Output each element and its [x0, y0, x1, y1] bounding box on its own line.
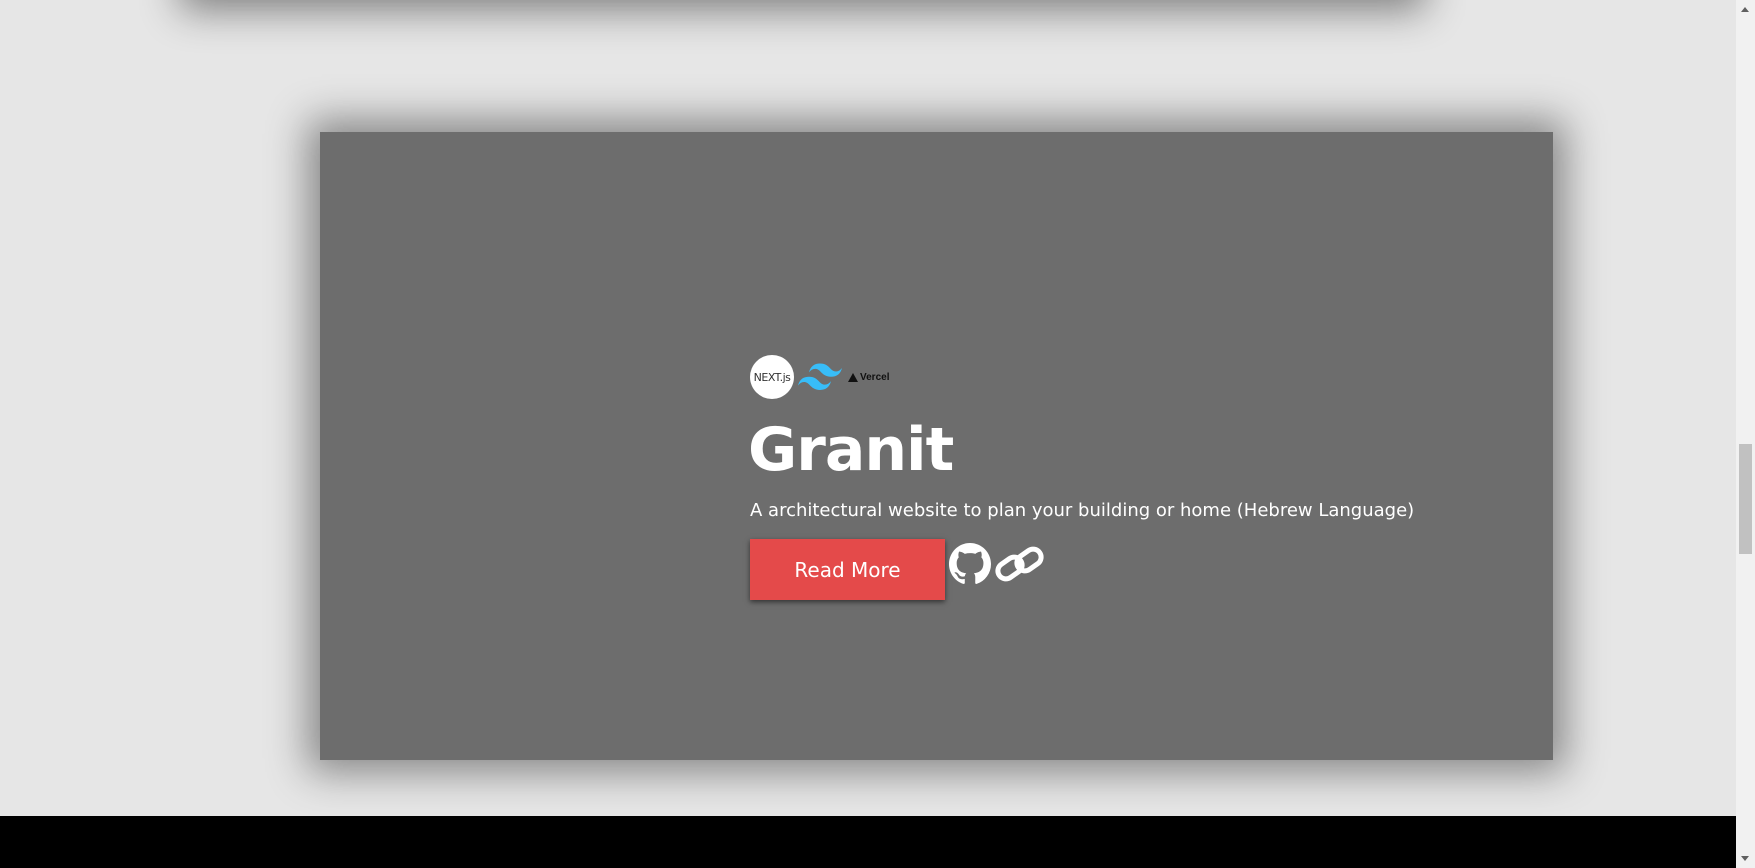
nextjs-logo: NEXT.js: [750, 355, 794, 399]
link-icon: [995, 546, 1044, 581]
tech-stack: NEXT.js Vercel: [750, 355, 1510, 399]
project-content: NEXT.js Vercel Granit A architectural we…: [748, 355, 1510, 600]
nextjs-logo-text: NEXT.js: [753, 370, 791, 384]
scroll-up-arrow-icon[interactable]: [1741, 7, 1749, 12]
tailwind-logo: [798, 363, 842, 390]
scroll-down-arrow-icon[interactable]: [1741, 856, 1749, 861]
project-title: Granit: [748, 415, 954, 485]
page: NEXT.js Vercel Granit A architectural we…: [0, 0, 1736, 868]
live-site-link[interactable]: [995, 543, 1045, 585]
project-actions: Read More: [750, 539, 1510, 600]
github-icon: [949, 542, 991, 584]
vercel-triangle-icon: [848, 372, 858, 382]
project-description: A architectural website to plan your bui…: [750, 500, 1415, 521]
vercel-logo: Vercel: [848, 372, 889, 383]
vercel-logo-text: Vercel: [860, 371, 890, 383]
vertical-scrollbar[interactable]: [1736, 0, 1755, 868]
footer-bar: [0, 816, 1736, 868]
read-more-button[interactable]: Read More: [750, 539, 945, 600]
github-link[interactable]: [949, 542, 991, 585]
scrollbar-thumb[interactable]: [1739, 444, 1752, 554]
project-card: NEXT.js Vercel Granit A architectural we…: [320, 132, 1553, 760]
